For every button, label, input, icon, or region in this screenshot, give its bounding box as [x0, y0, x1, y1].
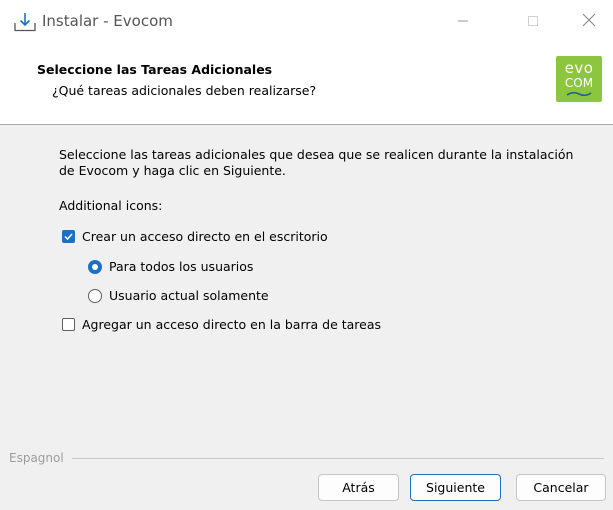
additional-icons-label: Additional icons: — [59, 198, 163, 213]
close-icon — [582, 13, 596, 31]
footer-divider — [72, 458, 604, 459]
logo-wave-icon — [566, 91, 592, 97]
all-users-label: Para todos los usuarios — [109, 259, 254, 274]
close-button[interactable] — [566, 6, 612, 38]
instruction-text: Seleccione las tareas adicionales que de… — [59, 147, 574, 178]
title-bar: Instalar - Evocom — [0, 0, 613, 44]
current-user-label: Usuario actual solamente — [109, 288, 269, 303]
current-user-radio[interactable] — [88, 288, 102, 303]
installer-window: Instalar - Evocom Seleccione las Tareas … — [0, 0, 613, 510]
current-user-option[interactable]: Usuario actual solamente — [88, 288, 269, 303]
installer-download-icon — [14, 12, 36, 32]
cancel-button[interactable]: Cancelar — [516, 474, 606, 501]
page-subtitle: ¿Qué tareas adicionales deben realizarse… — [52, 83, 317, 98]
taskbar-shortcut-checkbox[interactable] — [62, 318, 75, 331]
maximize-icon — [527, 13, 539, 31]
radio-dot-icon — [92, 263, 98, 270]
next-button[interactable]: Siguiente — [410, 474, 501, 501]
page-header: Seleccione las Tareas Adicionales ¿Qué t… — [0, 44, 613, 125]
desktop-shortcut-label: Crear un acceso directo en el escritorio — [82, 229, 328, 244]
maximize-button[interactable] — [510, 6, 556, 38]
checkmark-icon — [64, 233, 73, 241]
all-users-option[interactable]: Para todos los usuarios — [88, 259, 253, 274]
logo-text-top: evo — [564, 59, 594, 77]
language-label: Espagnol — [9, 451, 64, 465]
taskbar-shortcut-label: Agregar un acceso directo en la barra de… — [82, 317, 382, 332]
window-title: Instalar - Evocom — [42, 12, 173, 30]
page-title: Seleccione las Tareas Adicionales — [37, 62, 273, 77]
minimize-button[interactable] — [440, 6, 486, 38]
logo-text-bottom: COM — [564, 76, 594, 90]
evocom-logo: evo COM — [556, 56, 602, 102]
back-button[interactable]: Atrás — [318, 474, 399, 501]
desktop-shortcut-option[interactable]: Crear un acceso directo en el escritorio — [62, 229, 328, 244]
taskbar-shortcut-option[interactable]: Agregar un acceso directo en la barra de… — [62, 317, 381, 332]
minimize-icon — [457, 13, 469, 31]
all-users-radio[interactable] — [88, 259, 102, 274]
desktop-shortcut-checkbox[interactable] — [62, 230, 75, 243]
